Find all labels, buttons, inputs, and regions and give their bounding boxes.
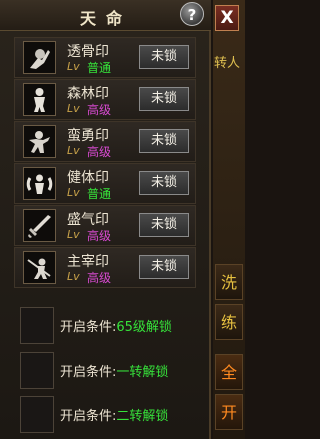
seal-grade: 普通	[87, 61, 112, 75]
seal-level: Lv	[67, 60, 80, 73]
unlock-button[interactable]: 未锁	[139, 87, 189, 111]
unlock-button[interactable]: 未锁	[139, 171, 189, 195]
condition-label: 开启条件:	[60, 320, 117, 335]
seal-level: Lv	[67, 186, 80, 199]
unlock-condition: 开启条件:一转解锁	[60, 361, 168, 380]
seal-level: Lv	[67, 102, 80, 115]
seal-level: Lv	[67, 144, 80, 157]
empty-slot	[20, 396, 54, 433]
berserker-icon	[23, 125, 56, 158]
help-button[interactable]: ?	[180, 2, 204, 26]
side-partial-text: 转人	[214, 56, 241, 71]
empty-slot	[20, 307, 54, 344]
seal-name: 健体印	[67, 170, 109, 186]
ruler-figure-icon	[23, 251, 56, 284]
seal-level: Lv	[67, 228, 80, 241]
unlock-button[interactable]: 未锁	[139, 45, 189, 69]
warrior-silhouette-icon	[23, 83, 56, 116]
seal-grade: 高级	[87, 145, 112, 159]
seal-row: 透骨印 Lv 普通 未锁	[14, 37, 196, 78]
open-button[interactable]: 开	[215, 394, 243, 430]
dagger-figure-icon	[23, 41, 56, 74]
panel-title: 天命	[79, 9, 132, 28]
unlock-button[interactable]: 未锁	[139, 255, 189, 279]
close-button[interactable]: X	[215, 5, 239, 31]
seal-row: 蛮勇印 Lv 高级 未锁	[14, 121, 196, 162]
seal-grade: 高级	[87, 103, 112, 117]
wash-button[interactable]: 洗	[215, 264, 243, 300]
seal-level: Lv	[67, 270, 80, 283]
seal-name: 盛气印	[67, 212, 109, 228]
all-button[interactable]: 全	[215, 354, 243, 390]
panel-titlebar: 天命 ?	[0, 0, 211, 31]
unlock-button[interactable]: 未锁	[139, 129, 189, 153]
seal-row: 盛气印 Lv 高级 未锁	[14, 205, 196, 246]
seal-name: 透骨印	[67, 44, 109, 60]
condition-label: 开启条件:	[60, 365, 117, 380]
seal-row: 健体印 Lv 普通 未锁	[14, 163, 196, 204]
unlock-button[interactable]: 未锁	[139, 213, 189, 237]
seal-grade: 普通	[87, 187, 112, 201]
condition-value: 65级解锁	[116, 320, 172, 335]
empty-slot	[20, 352, 54, 389]
seal-grade: 高级	[87, 229, 112, 243]
seal-row: 主宰印 Lv 高级 未锁	[14, 247, 196, 288]
locked-slot: 开启条件:一转解锁	[14, 350, 196, 391]
locked-slot: 开启条件:65级解锁	[14, 305, 196, 346]
tianming-panel: 天命 ? 透骨印 Lv 普通 未锁 森林印 Lv 高级 未锁 蛮勇印 Lv 高级…	[0, 0, 211, 439]
train-button[interactable]: 练	[215, 304, 243, 340]
unlock-condition: 开启条件:65级解锁	[60, 316, 172, 335]
seal-row: 森林印 Lv 高级 未锁	[14, 79, 196, 120]
condition-label: 开启条件:	[60, 409, 117, 424]
condition-value: 二转解锁	[116, 409, 169, 424]
condition-value: 一转解锁	[116, 365, 169, 380]
sword-icon	[23, 209, 56, 242]
seal-name: 主宰印	[67, 254, 109, 270]
seal-grade: 高级	[87, 271, 112, 285]
unlock-condition: 开启条件:二转解锁	[60, 405, 168, 424]
locked-slot: 开启条件:二转解锁	[14, 394, 196, 435]
seal-name: 蛮勇印	[67, 128, 109, 144]
seal-name: 森林印	[67, 86, 109, 102]
body-aura-icon	[23, 167, 56, 200]
